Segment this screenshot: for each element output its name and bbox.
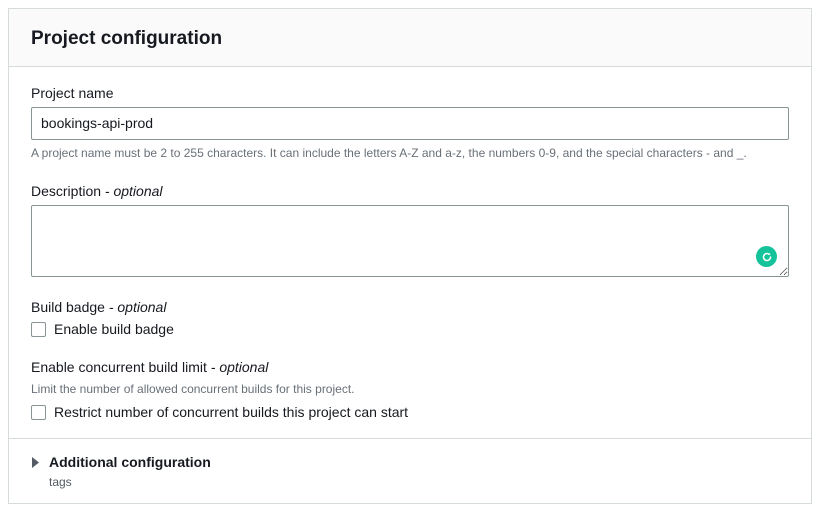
- restrict-concurrent-builds-checkbox[interactable]: [31, 405, 46, 420]
- project-name-group: Project name A project name must be 2 to…: [31, 85, 789, 162]
- build-badge-group: Build badge - optional Enable build badg…: [31, 299, 789, 337]
- expander-subtitle: tags: [49, 475, 211, 489]
- panel-title: Project configuration: [31, 27, 789, 52]
- restrict-concurrent-builds-checkbox-label[interactable]: Restrict number of concurrent builds thi…: [54, 404, 408, 420]
- enable-build-badge-checkbox[interactable]: [31, 322, 46, 337]
- description-textarea-wrap: [31, 205, 789, 277]
- project-name-help: A project name must be 2 to 255 characte…: [31, 145, 789, 162]
- build-badge-checkbox-row: Enable build badge: [31, 321, 789, 337]
- concurrent-limit-optional: - optional: [211, 359, 269, 375]
- concurrent-limit-help: Limit the number of allowed concurrent b…: [31, 381, 789, 398]
- expander-title: Additional configuration: [49, 454, 211, 470]
- description-label-text: Description: [31, 183, 101, 199]
- description-label: Description - optional: [31, 183, 789, 199]
- description-group: Description - optional: [31, 183, 789, 277]
- concurrent-limit-label-text: Enable concurrent build limit: [31, 359, 207, 375]
- additional-configuration-expander[interactable]: Additional configuration tags: [9, 438, 811, 503]
- panel-body: Project name A project name must be 2 to…: [9, 67, 811, 439]
- expander-text: Additional configuration tags: [49, 453, 211, 489]
- description-textarea[interactable]: [31, 205, 789, 277]
- concurrent-limit-group: Enable concurrent build limit - optional…: [31, 359, 789, 420]
- build-badge-label-text: Build badge: [31, 299, 105, 315]
- build-badge-label: Build badge - optional: [31, 299, 789, 315]
- enable-build-badge-checkbox-label[interactable]: Enable build badge: [54, 321, 174, 337]
- panel-header: Project configuration: [9, 9, 811, 67]
- project-name-label: Project name: [31, 85, 789, 101]
- expander-head[interactable]: Additional configuration tags: [31, 453, 789, 489]
- concurrent-limit-label: Enable concurrent build limit - optional: [31, 359, 789, 375]
- build-badge-optional: - optional: [109, 299, 167, 315]
- concurrent-limit-checkbox-row: Restrict number of concurrent builds thi…: [31, 404, 789, 420]
- project-name-input[interactable]: [31, 107, 789, 140]
- caret-right-icon: [31, 457, 40, 468]
- project-configuration-panel: Project configuration Project name A pro…: [8, 8, 812, 504]
- description-optional: - optional: [105, 183, 163, 199]
